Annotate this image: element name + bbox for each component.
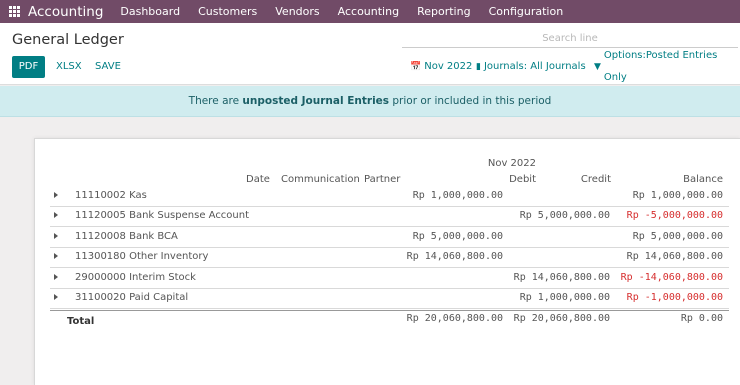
options-filter-label: Options:Posted Entries Only — [603, 50, 718, 83]
col-date: Date — [246, 174, 270, 185]
expand-caret-icon[interactable] — [54, 192, 58, 198]
xlsx-button[interactable]: XLSX — [56, 56, 82, 78]
total-balance: Rp 0.00 — [680, 313, 723, 324]
balance-amount: Rp -14,060,800.00 — [620, 272, 723, 283]
total-label: Total — [67, 316, 95, 327]
ledger-row[interactable]: 11120008 Bank BCA — [50, 228, 729, 248]
debit-amount: Rp 5,000,000.00 — [412, 231, 503, 242]
col-credit: Credit — [580, 174, 611, 185]
alert-bold-text[interactable]: unposted Journal Entries — [242, 95, 389, 107]
funnel-icon: ▼ — [594, 62, 601, 72]
balance-amount: Rp 1,000,000.00 — [632, 190, 723, 201]
account-name: 29000000 Interim Stock — [75, 272, 196, 283]
balance-amount: Rp 14,060,800.00 — [626, 251, 723, 262]
expand-caret-icon[interactable] — [54, 253, 58, 259]
debit-amount: Rp 1,000,000.00 — [412, 190, 503, 201]
menu-configuration[interactable]: Configuration — [489, 5, 564, 18]
journals-filter[interactable]: ▮ Journals: All Journals — [476, 56, 586, 78]
book-icon: ▮ — [476, 62, 481, 72]
menu-accounting[interactable]: Accounting — [338, 5, 399, 18]
menu-reporting[interactable]: Reporting — [417, 5, 470, 18]
balance-amount: Rp -1,000,000.00 — [626, 292, 723, 303]
expand-caret-icon[interactable] — [54, 294, 58, 300]
top-navbar: Accounting Dashboard Customers Vendors A… — [0, 0, 740, 23]
expand-caret-icon[interactable] — [54, 233, 58, 239]
col-partner: Partner — [364, 174, 401, 185]
control-panel: General Ledger Search line PDF XLSX SAVE… — [0, 23, 740, 85]
app-name[interactable]: Accounting — [28, 4, 103, 20]
account-name: 11120008 Bank BCA — [75, 231, 178, 242]
options-filter[interactable]: ▼ Options:Posted Entries Only — [594, 50, 740, 83]
debit-amount: Rp 14,060,800.00 — [406, 251, 503, 262]
unposted-alert: There are unposted Journal Entries prior… — [0, 86, 740, 117]
balance-amount: Rp -5,000,000.00 — [626, 210, 723, 221]
page-title: General Ledger — [12, 32, 124, 48]
apps-menu-icon[interactable] — [9, 6, 20, 17]
credit-amount: Rp 14,060,800.00 — [513, 272, 610, 283]
calendar-icon: 📅 — [410, 62, 422, 72]
total-debit: Rp 20,060,800.00 — [406, 313, 503, 324]
account-name: 11110002 Kas — [75, 190, 147, 201]
credit-amount: Rp 1,000,000.00 — [519, 292, 610, 303]
expand-caret-icon[interactable] — [54, 274, 58, 280]
period-filter-label: Nov 2022 — [424, 61, 473, 72]
expand-caret-icon[interactable] — [54, 212, 58, 218]
account-name: 31100020 Paid Capital — [75, 292, 189, 303]
balance-amount: Rp 5,000,000.00 — [632, 231, 723, 242]
menu-customers[interactable]: Customers — [198, 5, 257, 18]
alert-prefix: There are — [188, 95, 243, 107]
period-header: Nov 2022 — [487, 158, 536, 169]
ledger-row[interactable]: 11110002 Kas — [50, 187, 729, 207]
col-balance: Balance — [683, 174, 723, 185]
col-debit: Debit — [509, 174, 536, 185]
menu-vendors[interactable]: Vendors — [275, 5, 319, 18]
menu-dashboard[interactable]: Dashboard — [120, 5, 180, 18]
total-credit: Rp 20,060,800.00 — [513, 313, 610, 324]
account-name: 11120005 Bank Suspense Account — [75, 210, 250, 221]
period-filter[interactable]: 📅 Nov 2022 — [410, 56, 472, 78]
total-row: Total — [50, 310, 729, 330]
pdf-button[interactable]: PDF — [12, 56, 45, 78]
alert-suffix: prior or included in this period — [389, 95, 552, 107]
col-communication: Communication — [281, 174, 360, 185]
journals-filter-label: Journals: All Journals — [483, 61, 586, 72]
save-button[interactable]: SAVE — [95, 56, 121, 78]
account-name: 11300180 Other Inventory — [75, 251, 209, 262]
credit-amount: Rp 5,000,000.00 — [519, 210, 610, 221]
